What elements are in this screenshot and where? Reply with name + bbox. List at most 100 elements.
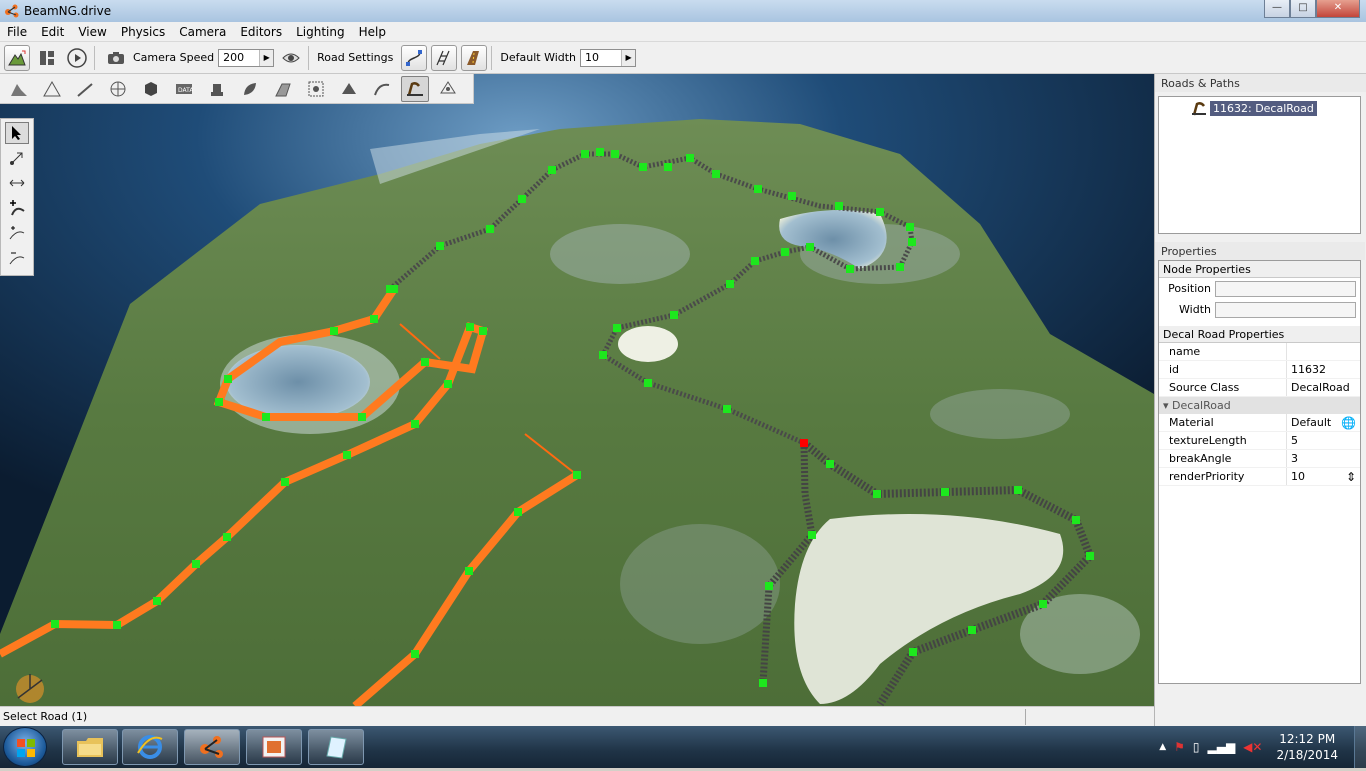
decal-road-tool-button[interactable]	[401, 75, 429, 102]
road-node[interactable]	[723, 405, 731, 413]
property-value[interactable]: 5	[1287, 432, 1360, 449]
leaf-tool-button[interactable]	[236, 76, 264, 102]
road-node[interactable]	[726, 280, 734, 288]
show-desktop-button[interactable]	[1354, 726, 1366, 768]
menu-edit[interactable]: Edit	[34, 25, 71, 39]
road-node[interactable]	[370, 315, 378, 323]
road-node[interactable]	[1014, 486, 1022, 494]
terrain-painter-tool-button[interactable]	[38, 76, 66, 102]
clock[interactable]: 12:12 PM 2/18/2014	[1276, 731, 1338, 763]
road-node[interactable]	[670, 311, 678, 319]
volume-muted-icon[interactable]: ◀✕	[1243, 740, 1262, 754]
road-node[interactable]	[390, 285, 398, 293]
road-node[interactable]	[754, 185, 762, 193]
ie-taskbar-button[interactable]	[122, 729, 178, 765]
road-node[interactable]	[1086, 552, 1094, 560]
width-field[interactable]	[1215, 301, 1356, 318]
maximize-button[interactable]: □	[1290, 0, 1316, 18]
camera-speed-input[interactable]: 200 ▶	[218, 48, 275, 67]
road-node[interactable]	[876, 208, 884, 216]
property-value[interactable]: DecalRoad	[1287, 379, 1360, 396]
app-taskbar-button[interactable]	[246, 729, 302, 765]
collapse-icon[interactable]: ▾	[1163, 399, 1172, 412]
road-node[interactable]	[826, 460, 834, 468]
property-value[interactable]: 3	[1287, 450, 1360, 467]
road-node[interactable]	[281, 478, 289, 486]
road-node[interactable]	[788, 192, 796, 200]
menu-camera[interactable]: Camera	[172, 25, 233, 39]
road-tree-item[interactable]: 11632: DecalRoad	[1191, 100, 1317, 116]
road-node[interactable]	[686, 154, 694, 162]
decalroad-subsection[interactable]: ▾ DecalRoad	[1159, 397, 1360, 414]
property-value-text[interactable]: Default	[1291, 416, 1331, 429]
position-field[interactable]	[1215, 280, 1356, 297]
selected-road-node[interactable]	[800, 439, 808, 447]
shape-tool-button[interactable]	[335, 76, 363, 102]
roads-tree[interactable]: 11632: DecalRoad	[1158, 96, 1361, 234]
road-node[interactable]	[192, 560, 200, 568]
property-value-text[interactable]: 10	[1291, 470, 1305, 483]
road-node[interactable]	[479, 327, 487, 335]
road-node[interactable]	[781, 248, 789, 256]
spinner-icon[interactable]: ⇕	[1346, 470, 1356, 484]
road-node[interactable]	[712, 170, 720, 178]
default-width-spin-icon[interactable]: ▶	[621, 49, 636, 66]
show-wireframe-button[interactable]	[431, 44, 458, 71]
road-node[interactable]	[1039, 600, 1047, 608]
road-node[interactable]	[153, 597, 161, 605]
default-width-value[interactable]: 10	[581, 51, 621, 64]
road-tree-item-label[interactable]: 11632: DecalRoad	[1210, 100, 1317, 116]
road-node[interactable]	[806, 243, 814, 251]
menu-file[interactable]: File	[0, 25, 34, 39]
road-node[interactable]	[873, 490, 881, 498]
camera-button[interactable]	[103, 45, 129, 71]
navmesh-tool-button[interactable]	[434, 76, 462, 102]
move-point-button[interactable]	[5, 147, 29, 169]
explorer-taskbar-button[interactable]	[62, 729, 118, 765]
terrain-editor-tool-button[interactable]	[5, 76, 33, 102]
property-value-text[interactable]: DecalRoad	[1291, 381, 1350, 394]
property-value[interactable]: 10 ⇕	[1287, 468, 1360, 485]
visibility-button[interactable]	[278, 45, 304, 71]
close-button[interactable]: ✕	[1316, 0, 1360, 18]
road-node[interactable]	[835, 202, 843, 210]
road-node[interactable]	[573, 471, 581, 479]
show-road-button[interactable]	[461, 44, 488, 71]
add-road-button[interactable]	[5, 197, 29, 219]
decal-tool-button[interactable]	[302, 76, 330, 102]
road-node[interactable]	[518, 195, 526, 203]
road-node[interactable]	[613, 324, 621, 332]
select-tool-button[interactable]	[5, 122, 29, 144]
road-node[interactable]	[330, 327, 338, 335]
road-node[interactable]	[421, 358, 429, 366]
road-node[interactable]	[846, 265, 854, 273]
road-node[interactable]	[765, 582, 773, 590]
camera-speed-value[interactable]: 200	[219, 51, 259, 64]
road-node[interactable]	[514, 508, 522, 516]
road-node[interactable]	[611, 150, 619, 158]
forest-tool-button[interactable]	[203, 76, 231, 102]
tray-expand-icon[interactable]: ▲	[1159, 742, 1166, 752]
menu-help[interactable]: Help	[352, 25, 393, 39]
datablock-tool-button[interactable]: DATA	[170, 76, 198, 102]
property-value[interactable]: 11632	[1287, 361, 1360, 378]
road-node[interactable]	[113, 621, 121, 629]
road-node[interactable]	[343, 451, 351, 459]
menu-physics[interactable]: Physics	[114, 25, 172, 39]
road-node[interactable]	[465, 567, 473, 575]
action-center-icon[interactable]: ⚑	[1174, 740, 1185, 754]
road-node[interactable]	[444, 380, 452, 388]
play-button[interactable]	[64, 45, 90, 71]
world-editor-button[interactable]	[4, 44, 30, 71]
road-node[interactable]	[759, 679, 767, 687]
road-node[interactable]	[896, 263, 904, 271]
layout-button[interactable]	[34, 45, 60, 71]
property-value[interactable]: Default 🌐	[1287, 414, 1360, 431]
road-node[interactable]	[941, 488, 949, 496]
app-taskbar-button[interactable]	[308, 729, 364, 765]
road-node[interactable]	[411, 650, 419, 658]
road-node[interactable]	[262, 413, 270, 421]
road-node[interactable]	[808, 531, 816, 539]
road-node[interactable]	[1072, 516, 1080, 524]
scale-point-button[interactable]	[5, 172, 29, 194]
